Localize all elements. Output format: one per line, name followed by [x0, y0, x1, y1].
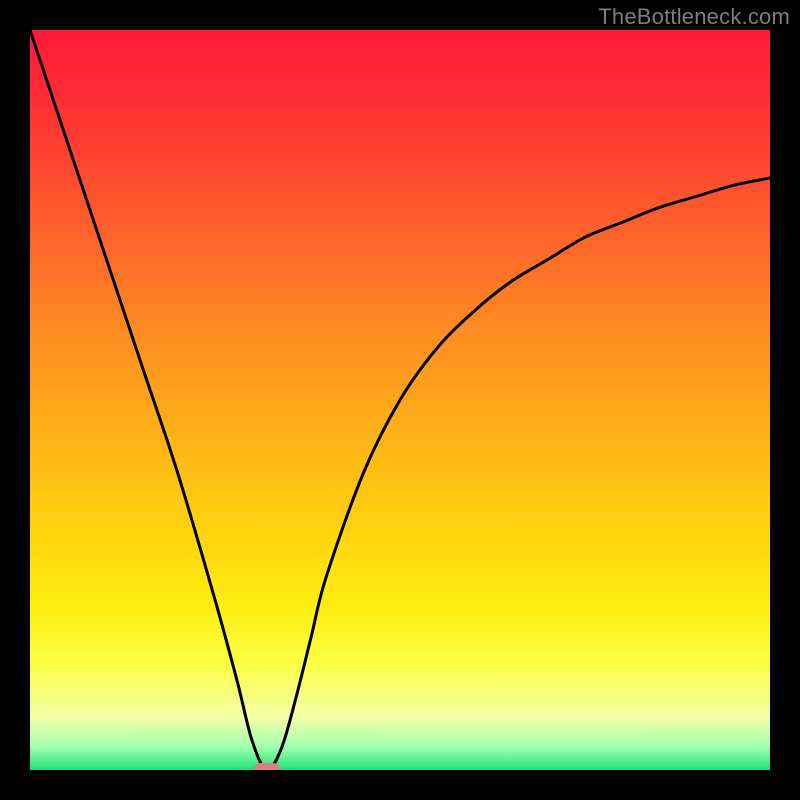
minimum-marker [254, 763, 280, 770]
curve-svg [30, 30, 770, 770]
watermark-text: TheBottleneck.com [598, 4, 790, 30]
chart-container: TheBottleneck.com [0, 0, 800, 800]
plot-area [30, 30, 770, 770]
bottleneck-curve [30, 30, 770, 770]
